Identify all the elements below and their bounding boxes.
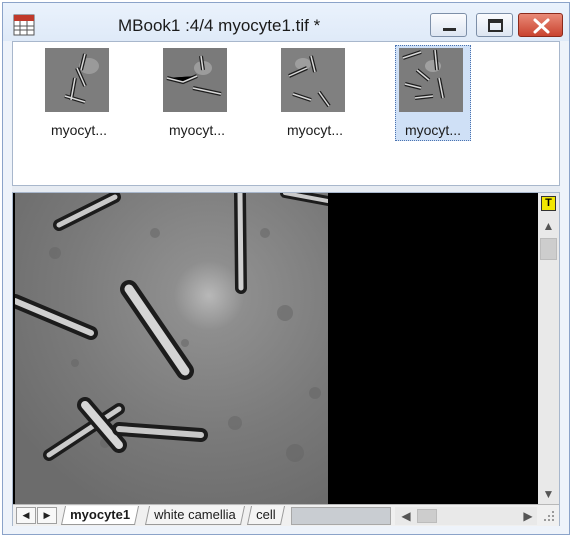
thumbnail-label: myocyt... xyxy=(168,122,225,138)
thumbnail-image xyxy=(45,48,109,112)
thumbnail-panel: myocyt... myocyt... myocyt... myocyt... xyxy=(12,41,560,186)
close-icon xyxy=(533,18,550,34)
tab-myocyte1[interactable]: myocyte1 xyxy=(60,506,140,525)
scroll-down-arrow-icon[interactable]: ▼ xyxy=(538,486,559,503)
scroll-up-arrow-icon[interactable]: ▲ xyxy=(538,218,559,235)
minimize-icon xyxy=(443,28,456,31)
thumbnail-label: myocyt... xyxy=(404,122,461,138)
thumbnail-label: myocyt... xyxy=(286,122,343,138)
myocyte-image[interactable] xyxy=(15,193,328,504)
tab-cell[interactable]: cell xyxy=(246,506,285,525)
sheet-tab-bar: ◀ ▶ myocyte1 white camellia cell ◀ ▶ xyxy=(13,504,559,526)
thumbnail-item[interactable]: myocyt... xyxy=(161,48,231,140)
tab-label: white camellia xyxy=(154,507,236,522)
tab-label: myocyte1 xyxy=(70,507,131,522)
maximize-button[interactable] xyxy=(476,13,513,37)
thumbnail-item-selected[interactable]: myocyt... xyxy=(395,45,471,141)
image-book-window: MBook1 :4/4 myocyte1.tif * myocyt... myo… xyxy=(2,2,570,535)
image-viewer: T ▲ ▼ ◀ ▶ myocyte1 white camellia cell ◀… xyxy=(12,192,560,526)
thumbnail-image xyxy=(399,48,463,112)
resize-grip-icon[interactable] xyxy=(542,509,556,523)
horizontal-scrollbar[interactable]: ◀ ▶ xyxy=(395,507,537,525)
window-title: MBook1 :4/4 myocyte1.tif * xyxy=(118,16,321,35)
maximize-icon xyxy=(488,19,503,32)
thumbnail-image xyxy=(281,48,345,112)
myocyte-image-canvas xyxy=(15,193,328,504)
tab-label: cell xyxy=(256,507,276,522)
thumbnail-item[interactable]: myocyt... xyxy=(43,48,113,140)
thumbnail-item[interactable]: myocyt... xyxy=(279,48,349,140)
close-button[interactable] xyxy=(518,13,563,37)
scroll-right-arrow-icon[interactable]: ▶ xyxy=(519,507,537,525)
spreadsheet-app-icon[interactable] xyxy=(13,14,35,36)
tab-white-camellia[interactable]: white camellia xyxy=(144,506,245,525)
thumbnail-label: myocyt... xyxy=(50,122,107,138)
next-sheet-button[interactable]: ▶ xyxy=(37,507,57,524)
title-bar[interactable]: MBook1 :4/4 myocyte1.tif * xyxy=(3,3,569,41)
text-tool-button[interactable]: T xyxy=(541,196,556,211)
scroll-left-arrow-icon[interactable]: ◀ xyxy=(397,507,415,525)
horizontal-scroll-thumb[interactable] xyxy=(417,509,437,523)
vertical-scroll-thumb[interactable] xyxy=(540,238,557,260)
minimize-button[interactable] xyxy=(430,13,467,37)
vertical-scrollbar[interactable]: T ▲ ▼ xyxy=(538,193,559,504)
previous-sheet-button[interactable]: ◀ xyxy=(16,507,36,524)
thumbnail-image xyxy=(163,48,227,112)
tab-area-filler xyxy=(291,507,391,525)
